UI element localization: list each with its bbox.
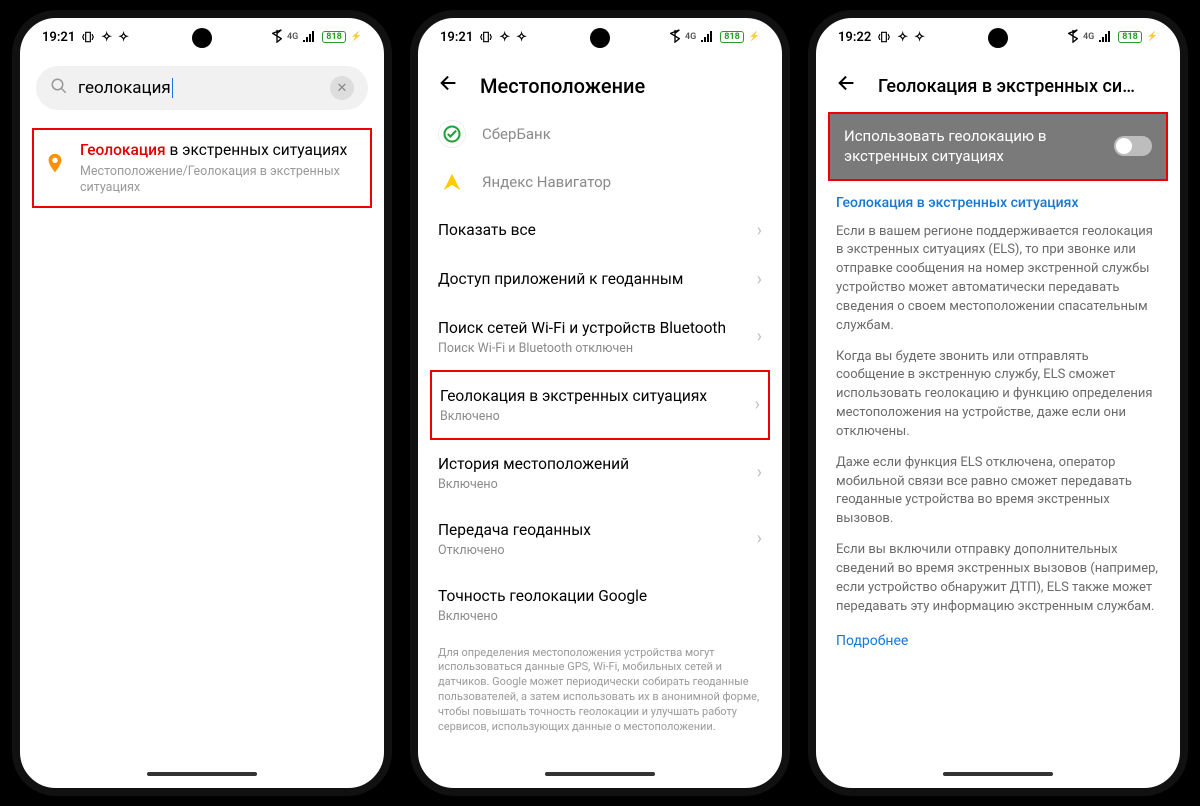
dnd-icon-2: ✧ xyxy=(118,30,129,45)
toggle-label: Использовать геолокацию в экстренных сит… xyxy=(844,126,1104,167)
result-title: Геолокация в экстренных ситуациях xyxy=(80,140,362,161)
page-title: Местоположение xyxy=(480,74,645,98)
dnd-icon: ✧ xyxy=(499,30,510,45)
dnd-icon-2: ✧ xyxy=(516,30,527,45)
vibrate-icon xyxy=(877,30,891,44)
description-p2: Когда вы будете звонить или отправлять с… xyxy=(816,342,1180,448)
section-title: Геолокация в экстренных ситуациях xyxy=(816,181,1180,217)
phone-frame-1: 19:21 ✧ ✧ 4G 818 ⚡ геолокация xyxy=(12,10,392,796)
clear-search-button[interactable]: ✕ xyxy=(330,76,354,100)
notch xyxy=(988,28,1008,48)
app-label: Яндекс Навигатор xyxy=(482,173,611,191)
chevron-right-icon: › xyxy=(757,269,762,290)
dnd-icon-2: ✧ xyxy=(914,30,925,45)
header: Местоположение xyxy=(418,56,782,110)
sberbank-icon xyxy=(438,120,466,148)
status-time: 19:21 xyxy=(440,30,473,45)
setting-location-history[interactable]: История местоположений Включено › xyxy=(418,440,782,506)
network-label: 4G xyxy=(1083,32,1094,42)
signal-icon xyxy=(303,30,317,45)
charging-icon: ⚡ xyxy=(1147,32,1158,42)
nav-bar[interactable] xyxy=(816,760,1180,788)
setting-wifi-bt-scan[interactable]: Поиск сетей Wi-Fi и устройств Bluetooth … xyxy=(418,304,782,370)
nav-bar[interactable] xyxy=(20,760,384,788)
app-label: СберБанк xyxy=(482,125,551,143)
vibrate-icon xyxy=(81,30,95,44)
charging-icon: ⚡ xyxy=(351,32,362,42)
description-p1: Если в вашем регионе поддерживается геол… xyxy=(816,217,1180,342)
status-time: 19:22 xyxy=(838,30,871,45)
network-label: 4G xyxy=(287,32,298,42)
page-title: Геолокация в экстренных си… xyxy=(878,76,1135,97)
description-p4: Если вы включили отправку дополнительных… xyxy=(816,535,1180,622)
back-button[interactable] xyxy=(836,72,858,100)
yandex-nav-icon xyxy=(438,168,466,196)
search-query-text: геолокация xyxy=(78,78,320,98)
setting-show-all[interactable]: Показать все › xyxy=(418,206,782,255)
setting-google-accuracy[interactable]: Точность геолокации Google Включено xyxy=(418,572,782,638)
chevron-right-icon: › xyxy=(757,462,762,483)
search-icon xyxy=(50,77,68,99)
description-p3: Даже если функция ELS отключена, операто… xyxy=(816,448,1180,535)
setting-location-sharing[interactable]: Передача геоданных Отключено › xyxy=(418,506,782,572)
search-result-els[interactable]: Геолокация в экстренных ситуациях Местоп… xyxy=(32,128,372,208)
chevron-right-icon: › xyxy=(757,220,762,241)
back-button[interactable] xyxy=(438,72,460,100)
header: Геолокация в экстренных си… xyxy=(816,56,1180,110)
bluetooth-icon xyxy=(1068,29,1078,46)
search-input[interactable]: геолокация ✕ xyxy=(36,66,368,110)
result-path: Местоположение/Геолокация в экстренных с… xyxy=(80,164,362,197)
battery-indicator: 818 xyxy=(720,31,744,43)
vibrate-icon xyxy=(479,30,493,44)
toggle-switch[interactable] xyxy=(1114,136,1152,156)
chevron-right-icon: › xyxy=(757,326,762,347)
phone-frame-2: 19:21 ✧ ✧ 4G 818 ⚡ Местоположение xyxy=(410,10,790,796)
bluetooth-icon xyxy=(670,29,680,46)
app-row-sberbank[interactable]: СберБанк xyxy=(418,110,782,158)
chevron-right-icon: › xyxy=(757,528,762,549)
setting-emergency-location[interactable]: Геолокация в экстренных ситуациях Включе… xyxy=(430,370,770,440)
learn-more-link[interactable]: Подробнее xyxy=(816,623,1180,659)
battery-indicator: 818 xyxy=(1118,31,1142,43)
setting-app-access[interactable]: Доступ приложений к геоданным › xyxy=(418,255,782,304)
nav-bar[interactable] xyxy=(418,760,782,788)
notch xyxy=(590,28,610,48)
els-toggle-row[interactable]: Использовать геолокацию в экстренных сит… xyxy=(828,112,1168,181)
status-time: 19:21 xyxy=(42,30,75,45)
network-label: 4G xyxy=(685,32,696,42)
footnote-text: Для определения местоположения устройств… xyxy=(418,638,782,743)
notch xyxy=(192,28,212,48)
dnd-icon: ✧ xyxy=(101,30,112,45)
location-pin-icon xyxy=(42,150,68,176)
dnd-icon: ✧ xyxy=(897,30,908,45)
battery-indicator: 818 xyxy=(322,31,346,43)
charging-icon: ⚡ xyxy=(749,32,760,42)
chevron-right-icon: › xyxy=(755,394,760,415)
signal-icon xyxy=(701,30,715,45)
signal-icon xyxy=(1099,30,1113,45)
bluetooth-icon xyxy=(272,29,282,46)
app-row-yandex-nav[interactable]: Яндекс Навигатор xyxy=(418,158,782,206)
phone-frame-3: 19:22 ✧ ✧ 4G 818 ⚡ Геолокация в экстренн… xyxy=(808,10,1188,796)
